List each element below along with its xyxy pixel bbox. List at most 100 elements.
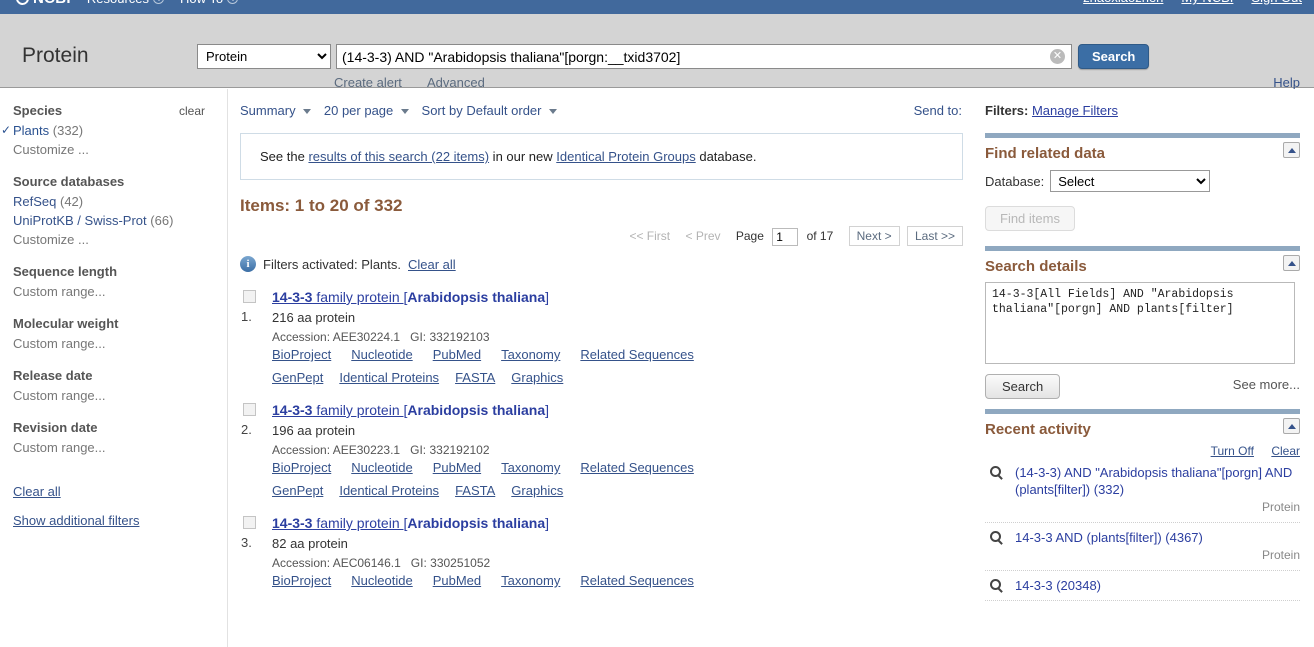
recent-activity-item[interactable]: 14-3-3 (20348): [985, 571, 1300, 601]
link-identical-proteins[interactable]: Identical Proteins: [339, 483, 439, 498]
display-format-dropdown[interactable]: Summary: [240, 103, 312, 118]
link-related-sequences[interactable]: Related Sequences: [580, 460, 693, 475]
clear-search-icon[interactable]: ✕: [1050, 49, 1065, 64]
show-additional-filters-link[interactable]: Show additional filters: [13, 513, 227, 528]
facet-item-label[interactable]: Customize ...: [13, 142, 89, 157]
result-title[interactable]: 14-3-3 family protein [Arabidopsis thali…: [272, 401, 976, 419]
search-button[interactable]: Search: [1078, 44, 1150, 69]
result-checkbox[interactable]: [243, 290, 256, 303]
search-input[interactable]: [337, 45, 1043, 68]
related-database-select[interactable]: Select: [1050, 170, 1211, 192]
link-fasta[interactable]: FASTA: [455, 370, 495, 385]
result-title-rest[interactable]: family protein: [312, 515, 403, 531]
result-title[interactable]: 14-3-3 family protein [Arabidopsis thali…: [272, 514, 976, 532]
collapse-icon[interactable]: [1283, 418, 1300, 434]
facet-item-customize[interactable]: Customize ...: [13, 140, 227, 159]
banner-ipg-link[interactable]: Identical Protein Groups: [556, 149, 695, 164]
collapse-icon[interactable]: [1283, 255, 1300, 271]
database-select[interactable]: Protein: [197, 44, 331, 69]
help-link[interactable]: Help: [1273, 75, 1300, 90]
link-bioproject[interactable]: BioProject: [272, 573, 331, 588]
facet-item-custom-range[interactable]: Custom range...: [13, 386, 227, 405]
link-related-sequences[interactable]: Related Sequences: [580, 573, 693, 588]
facet-item-custom-range[interactable]: Custom range...: [13, 334, 227, 353]
link-bioproject[interactable]: BioProject: [272, 347, 331, 362]
link-pubmed[interactable]: PubMed: [433, 347, 481, 362]
result-organism[interactable]: Arabidopsis thaliana: [407, 515, 545, 531]
link-taxonomy[interactable]: Taxonomy: [501, 347, 560, 362]
link-genpept[interactable]: GenPept: [272, 370, 323, 385]
facet-item-label[interactable]: Custom range...: [13, 440, 106, 455]
link-bioproject[interactable]: BioProject: [272, 460, 331, 475]
facet-item-uniprotkb[interactable]: UniProtKB / Swiss-Prot (66): [13, 211, 227, 230]
link-genpept[interactable]: GenPept: [272, 483, 323, 498]
find-items-button[interactable]: Find items: [985, 206, 1075, 231]
result-title[interactable]: 14-3-3 family protein [Arabidopsis thali…: [272, 288, 976, 306]
link-nucleotide[interactable]: Nucleotide: [351, 347, 412, 362]
topbar-my-ncbi-link[interactable]: My NCBI: [1181, 0, 1233, 5]
result-title-rest[interactable]: family protein: [312, 402, 403, 418]
facet-item-label[interactable]: UniProtKB / Swiss-Prot: [13, 213, 147, 228]
pager-page-input[interactable]: [772, 227, 799, 246]
recent-activity-clear-link[interactable]: Clear: [1271, 444, 1300, 458]
search-details-search-button[interactable]: Search: [985, 374, 1061, 399]
recent-activity-item-text[interactable]: 14-3-3 (20348): [1015, 578, 1101, 593]
facets-clear-all-link[interactable]: Clear all: [13, 484, 227, 499]
link-nucleotide[interactable]: Nucleotide: [351, 460, 412, 475]
facet-item-label[interactable]: RefSeq: [13, 194, 56, 209]
result-title-keyword[interactable]: 14-3-3: [272, 289, 312, 305]
result-title-keyword[interactable]: 14-3-3: [272, 402, 312, 418]
recent-activity-turn-off-link[interactable]: Turn Off: [1211, 444, 1254, 458]
link-graphics[interactable]: Graphics: [511, 370, 563, 385]
see-more-link[interactable]: See more...: [1233, 377, 1300, 392]
link-graphics[interactable]: Graphics: [511, 483, 563, 498]
filters-activated-clear-all-link[interactable]: Clear all: [408, 257, 456, 272]
facet-item-label[interactable]: Custom range...: [13, 388, 106, 403]
banner-results-link[interactable]: results of this search (22 items): [308, 149, 489, 164]
recent-activity-item-text[interactable]: (14-3-3) AND "Arabidopsis thaliana"[porg…: [1015, 465, 1292, 497]
sort-by-dropdown[interactable]: Sort by Default order: [422, 103, 558, 118]
result-title-keyword[interactable]: 14-3-3: [272, 515, 312, 531]
result-checkbox[interactable]: [243, 403, 256, 416]
ncbi-logo[interactable]: NCBI: [13, 0, 71, 8]
topbar-sign-out-link[interactable]: Sign Out: [1251, 0, 1302, 5]
manage-filters-link[interactable]: Manage Filters: [1032, 103, 1118, 118]
pager-last-button[interactable]: Last >>: [906, 226, 963, 246]
facet-item-customize[interactable]: Customize ...: [13, 230, 227, 249]
facet-item-label[interactable]: Custom range...: [13, 284, 106, 299]
recent-activity-item-text[interactable]: 14-3-3 AND (plants[filter]) (4367): [1015, 530, 1203, 545]
result-organism[interactable]: Arabidopsis thaliana: [407, 289, 545, 305]
link-pubmed[interactable]: PubMed: [433, 460, 481, 475]
facet-item-refseq[interactable]: RefSeq (42): [13, 192, 227, 211]
topbar-menu-resources[interactable]: Resources: [87, 0, 165, 6]
facet-item-label[interactable]: Plants: [13, 123, 49, 138]
items-per-page-dropdown[interactable]: 20 per page: [324, 103, 409, 118]
facet-item-custom-range[interactable]: Custom range...: [13, 438, 227, 457]
topbar-menu-howto[interactable]: How To: [180, 0, 239, 6]
gi-value: 332192102: [429, 443, 490, 457]
facet-clear-species[interactable]: clear: [179, 104, 205, 118]
link-taxonomy[interactable]: Taxonomy: [501, 460, 560, 475]
link-related-sequences[interactable]: Related Sequences: [580, 347, 693, 362]
result-title-rest[interactable]: family protein: [312, 289, 403, 305]
result-organism[interactable]: Arabidopsis thaliana: [407, 402, 545, 418]
search-details-textarea[interactable]: 14-3-3[All Fields] AND "Arabidopsis thal…: [985, 282, 1295, 364]
collapse-icon[interactable]: [1283, 142, 1300, 158]
send-to-dropdown[interactable]: Send to:: [914, 103, 962, 118]
link-nucleotide[interactable]: Nucleotide: [351, 573, 412, 588]
facet-item-label[interactable]: Customize ...: [13, 232, 89, 247]
recent-activity-item[interactable]: 14-3-3 AND (plants[filter]) (4367) Prote…: [985, 523, 1300, 571]
link-fasta[interactable]: FASTA: [455, 483, 495, 498]
result-checkbox[interactable]: [243, 516, 256, 529]
recent-activity-item[interactable]: (14-3-3) AND "Arabidopsis thaliana"[porg…: [985, 458, 1300, 523]
create-alert-link[interactable]: Create alert: [334, 75, 402, 90]
link-pubmed[interactable]: PubMed: [433, 573, 481, 588]
facet-item-custom-range[interactable]: Custom range...: [13, 282, 227, 301]
advanced-search-link[interactable]: Advanced: [427, 75, 485, 90]
link-taxonomy[interactable]: Taxonomy: [501, 573, 560, 588]
topbar-username-link[interactable]: zhaoxiaozhen: [1083, 0, 1163, 5]
pager-next-button[interactable]: Next >: [848, 226, 900, 246]
link-identical-proteins[interactable]: Identical Proteins: [339, 370, 439, 385]
facet-item-plants[interactable]: ✓ Plants (332): [1, 121, 227, 140]
facet-item-label[interactable]: Custom range...: [13, 336, 106, 351]
